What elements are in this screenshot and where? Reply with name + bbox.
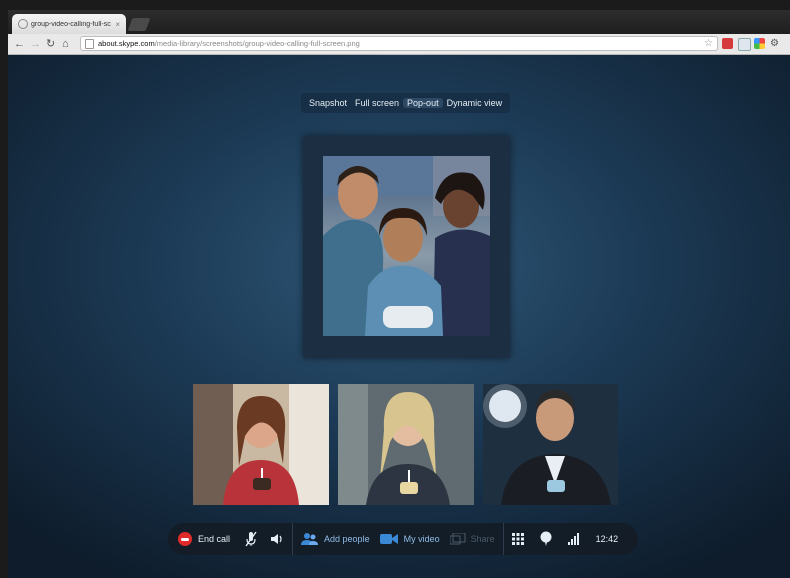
my-video-label: My video	[403, 534, 440, 544]
mode-dynamic-view[interactable]: Dynamic view	[443, 98, 507, 108]
main-video-tile[interactable]	[303, 136, 510, 358]
forward-icon[interactable]: →	[30, 37, 41, 51]
girl-with-cupcake-image	[193, 384, 329, 505]
extension-red-icon[interactable]	[722, 38, 733, 49]
add-people-icon	[301, 533, 319, 545]
dialpad-button[interactable]	[511, 533, 524, 545]
mute-button[interactable]	[244, 531, 258, 547]
separator	[502, 523, 504, 555]
video-call-stage: Snapshot Full screen Pop-out Dynamic vie…	[8, 55, 790, 578]
participant-video-1[interactable]	[193, 384, 329, 505]
muted-microphone-icon	[245, 531, 257, 547]
dialpad-icon	[511, 533, 524, 545]
mode-pop-out[interactable]: Pop-out	[403, 98, 443, 108]
url-host: about.skype.com	[98, 39, 155, 48]
browser-tab[interactable]: group-video-calling-full-sc ×	[12, 14, 126, 34]
call-quality-indicator[interactable]	[567, 533, 580, 545]
browser-window: group-video-calling-full-sc × ← → ↻ ⌂ ab…	[8, 10, 790, 578]
view-mode-selector: Snapshot Full screen Pop-out Dynamic vie…	[301, 93, 511, 113]
page-icon	[85, 38, 94, 49]
separator	[292, 523, 294, 555]
address-bar[interactable]: about.skype.com /media-library/screensho…	[80, 36, 718, 51]
video-camera-icon	[379, 534, 398, 544]
extension-grey-icon[interactable]	[738, 38, 751, 51]
add-people-label: Add people	[324, 534, 370, 544]
home-icon[interactable]: ⌂	[62, 37, 69, 51]
speaker-button[interactable]	[270, 532, 284, 546]
bookmark-star-icon[interactable]: ☆	[704, 38, 713, 49]
family-video-image	[323, 156, 490, 336]
browser-toolbar: ← → ↻ ⌂ about.skype.com /media-library/s…	[8, 34, 790, 55]
tab-title: group-video-calling-full-sc	[31, 20, 111, 28]
call-control-bar: End call Add people My video Share 12:42	[168, 523, 638, 555]
share-label: Share	[470, 534, 495, 544]
wrench-menu-icon[interactable]: ⚙	[770, 37, 779, 51]
extension-colorful-icon[interactable]	[754, 38, 765, 49]
participant-video-3[interactable]	[483, 384, 618, 505]
end-call-icon	[178, 532, 192, 546]
add-people-button[interactable]: Add people	[301, 532, 370, 546]
url-path: /media-library/screenshots/group-video-c…	[154, 39, 360, 48]
signal-strength-icon	[567, 533, 579, 545]
chat-bubble-icon	[540, 531, 552, 546]
woman-with-cupcake-image	[338, 384, 474, 505]
im-button[interactable]	[540, 531, 552, 547]
my-video-button[interactable]: My video	[379, 533, 440, 545]
call-duration: 12:42	[596, 534, 619, 544]
share-button[interactable]: Share	[449, 533, 495, 545]
mode-full-screen[interactable]: Full screen	[351, 98, 403, 108]
share-screen-icon	[449, 533, 466, 545]
end-call-label: End call	[198, 534, 231, 544]
mode-snapshot[interactable]: Snapshot	[305, 98, 351, 108]
reload-icon[interactable]: ↻	[46, 37, 55, 51]
man-with-cupcake-image	[483, 384, 618, 505]
tab-strip: group-video-calling-full-sc ×	[8, 10, 790, 34]
back-icon[interactable]: ←	[14, 37, 25, 51]
main-video-feed	[323, 156, 490, 336]
new-tab-button[interactable]	[127, 18, 151, 31]
participant-video-2[interactable]	[338, 384, 474, 505]
call-time: 12:42	[595, 534, 619, 544]
tab-favicon-icon	[18, 19, 28, 29]
end-call-button[interactable]: End call	[178, 532, 230, 546]
tab-close-icon[interactable]: ×	[115, 20, 120, 29]
speaker-icon	[271, 534, 282, 544]
